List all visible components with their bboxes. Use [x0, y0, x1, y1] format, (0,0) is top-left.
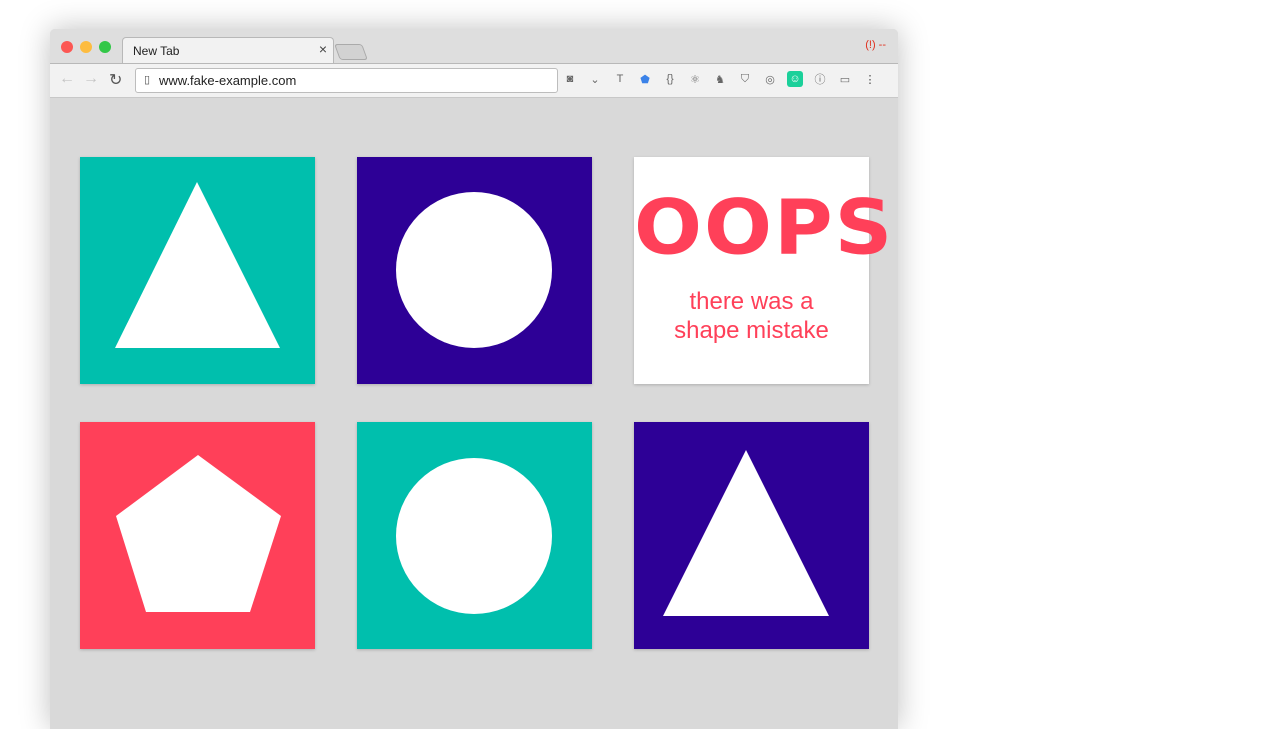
maximize-window-button[interactable]	[99, 41, 111, 53]
oops-title: OOPS	[634, 183, 895, 272]
card-pink-pentagon	[80, 422, 315, 649]
calendar-icon[interactable]: ▭	[837, 71, 853, 87]
minimize-window-button[interactable]	[80, 41, 92, 53]
new-tab-button[interactable]	[334, 44, 368, 60]
face-icon[interactable]: ☺	[787, 71, 803, 87]
pentagon-shape	[116, 455, 281, 612]
toolbar: ← → ↻ ▯ www.fake-example.com ◙ ⌄ T ⬟ {} ⚛ ♞ ⛉ ◎ ☺…	[50, 63, 898, 98]
tab-bar: New Tab × (!) --	[50, 29, 898, 64]
menu-icon[interactable]: ⋮	[862, 71, 878, 87]
close-tab-icon[interactable]: ×	[319, 41, 327, 57]
circle-shape	[396, 458, 552, 614]
card-purple-circle	[357, 157, 592, 384]
address-bar[interactable]: ▯ www.fake-example.com	[135, 68, 558, 93]
page-icon: ▯	[144, 74, 151, 86]
pocket-icon[interactable]: ⌄	[587, 71, 603, 87]
card-error: OOPS there was a shape mistake	[634, 157, 895, 384]
reload-icon[interactable]: ↻	[109, 70, 122, 90]
browser-window: New Tab × (!) -- ← → ↻ ▯ www.fake-exampl…	[50, 29, 898, 729]
evernote-icon[interactable]: ♞	[712, 71, 728, 87]
react-icon[interactable]: ⚛	[687, 71, 703, 87]
json-icon[interactable]: {}	[662, 71, 678, 87]
card-purple-triangle	[634, 422, 869, 649]
card-teal-triangle	[80, 157, 315, 384]
forward-icon[interactable]: →	[83, 70, 99, 88]
text-icon[interactable]: T	[612, 71, 628, 87]
shield-blue-icon[interactable]: ⬟	[637, 71, 653, 87]
back-icon[interactable]: ←	[59, 70, 75, 88]
tab-title: New Tab	[133, 44, 180, 58]
error-line-2: shape mistake	[674, 317, 829, 344]
close-window-button[interactable]	[61, 41, 73, 53]
card-teal-circle	[357, 422, 592, 649]
info-icon[interactable]: ⓘ	[812, 71, 828, 87]
camera-icon[interactable]: ◙	[562, 71, 578, 87]
extensions-area: ◙ ⌄ T ⬟ {} ⚛ ♞ ⛉ ◎ ☺ ⓘ ▭ ⋮	[562, 71, 878, 87]
ublock-icon[interactable]: ⛉	[737, 71, 753, 87]
circle-shape	[396, 192, 552, 348]
url-text[interactable]: www.fake-example.com	[159, 73, 296, 88]
extension-status[interactable]: (!) --	[865, 39, 886, 51]
tab-new-tab[interactable]: New Tab ×	[122, 37, 334, 64]
triangle-shape	[115, 182, 280, 348]
error-message: there was a shape mistake	[634, 287, 869, 345]
target-icon[interactable]: ◎	[762, 71, 778, 87]
triangle-shape	[663, 450, 829, 616]
error-line-1: there was a	[689, 288, 814, 315]
